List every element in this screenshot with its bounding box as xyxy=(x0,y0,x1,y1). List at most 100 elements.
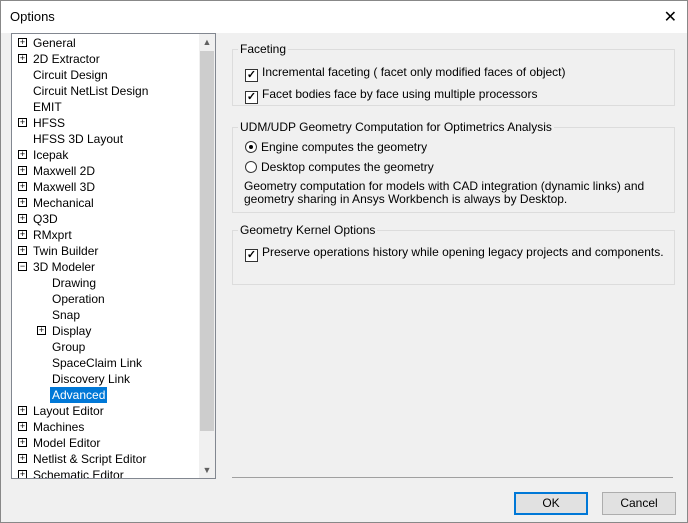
tree-item-label: Snap xyxy=(52,308,81,322)
tree-item[interactable]: Drawing xyxy=(12,275,198,291)
expand-icon[interactable]: + xyxy=(18,246,27,255)
tree-item[interactable]: + Mechanical xyxy=(12,195,198,211)
incremental-faceting-checkbox[interactable]: ✓ Incremental faceting ( facet only modif… xyxy=(245,65,566,82)
expand-icon[interactable]: + xyxy=(18,454,27,463)
tree-item-label: 3D Modeler xyxy=(33,260,96,274)
expand-icon[interactable]: + xyxy=(18,406,27,415)
tree-item-label: Layout Editor xyxy=(33,404,104,418)
tree-item[interactable]: Advanced xyxy=(12,387,198,403)
tree-item[interactable]: +2D Extractor xyxy=(12,51,198,67)
udm-note: Geometry computation for models with CAD… xyxy=(244,179,645,206)
faceting-group: Faceting ✓ Incremental faceting ( facet o… xyxy=(232,42,675,106)
radio-icon xyxy=(245,141,257,153)
tree-item-label: Model Editor xyxy=(33,436,101,450)
tree-item-label: Advanced xyxy=(50,387,108,403)
divider xyxy=(232,477,673,478)
expand-icon[interactable]: + xyxy=(18,470,27,478)
group-title: Geometry Kernel Options xyxy=(238,223,378,237)
tree-item[interactable]: + Machines xyxy=(12,419,198,435)
tree-item-label: Group xyxy=(52,340,86,354)
expand-icon[interactable]: + xyxy=(18,118,27,127)
expand-icon[interactable]: + xyxy=(18,182,27,191)
tree-item-label: Display xyxy=(52,324,92,338)
tree-item[interactable]: Operation xyxy=(12,291,198,307)
tree-item-label: SpaceClaim Link xyxy=(52,356,143,370)
expand-icon[interactable]: + xyxy=(18,422,27,431)
tree-item-label: Drawing xyxy=(52,276,97,290)
expand-icon[interactable]: + xyxy=(18,54,27,63)
window-title: Options xyxy=(10,9,55,24)
cancel-button[interactable]: Cancel xyxy=(602,492,676,515)
expand-icon[interactable]: + xyxy=(18,38,27,47)
tree-item[interactable]: + Display xyxy=(12,323,198,339)
group-title: UDM/UDP Geometry Computation for Optimet… xyxy=(238,120,554,134)
parallel-faceting-checkbox[interactable]: ✓ Facet bodies face by face using multipl… xyxy=(245,87,537,104)
tree-item[interactable]: + Q3D xyxy=(12,211,198,227)
tree-item-label: EMIT xyxy=(33,100,62,114)
tree-item[interactable]: EMIT xyxy=(12,99,198,115)
expand-icon[interactable]: + xyxy=(18,198,27,207)
tree-item-label: Maxwell 3D xyxy=(33,180,96,194)
tree-item-label: Circuit NetList Design xyxy=(33,84,149,98)
tree-item[interactable]: Group xyxy=(12,339,198,355)
tree-item[interactable]: Circuit NetList Design xyxy=(12,83,198,99)
tree-item-label: Operation xyxy=(52,292,105,306)
expand-icon[interactable]: + xyxy=(18,214,27,223)
tree-item[interactable]: + Layout Editor xyxy=(12,403,198,419)
checkbox-icon: ✓ xyxy=(245,91,258,104)
tree-item[interactable]: + Maxwell 3D xyxy=(12,179,198,195)
tree-item-label: HFSS 3D Layout xyxy=(33,132,124,146)
expand-icon[interactable]: + xyxy=(18,230,27,239)
options-tree[interactable]: + Schematic Editor + Netlist & Script Edito… xyxy=(11,33,216,479)
radio-icon xyxy=(245,161,257,173)
scrollbar-thumb[interactable] xyxy=(200,51,214,431)
tree-item-label: 2D Extractor xyxy=(33,52,100,66)
expand-icon[interactable]: + xyxy=(18,150,27,159)
tree-item-label: Q3D xyxy=(33,212,58,226)
collapse-icon[interactable]: − xyxy=(18,262,27,271)
preserve-history-checkbox[interactable]: ✓ Preserve operations history while openi… xyxy=(245,245,664,262)
tree-item[interactable]: + Netlist & Script Editor xyxy=(12,451,198,467)
title-bar: Options ✕ xyxy=(1,1,687,33)
tree-item[interactable]: SpaceClaim Link xyxy=(12,355,198,371)
tree-item-label: Mechanical xyxy=(33,196,94,210)
engine-radio[interactable]: Engine computes the geometry xyxy=(245,140,427,154)
tree-item[interactable]: HFSS 3D Layout xyxy=(12,131,198,147)
scroll-up-icon[interactable]: ▲ xyxy=(199,34,215,50)
tree-item-label: Schematic Editor xyxy=(33,468,124,479)
kernel-group: Geometry Kernel Options ✓ Preserve operat… xyxy=(232,223,675,285)
expand-icon[interactable]: + xyxy=(37,326,46,335)
tree-item[interactable]: Circuit Design xyxy=(12,67,198,83)
tree-item[interactable]: + HFSS xyxy=(12,115,198,131)
ok-button[interactable]: OK xyxy=(514,492,588,515)
tree-item[interactable]: + Twin Builder xyxy=(12,243,198,259)
tree-item-label: RMxprt xyxy=(33,228,72,242)
tree-item-label: HFSS xyxy=(33,116,66,130)
tree-item[interactable]: Discovery Link xyxy=(12,371,198,387)
tree-item-label: Machines xyxy=(33,420,85,434)
tree-item-label: General xyxy=(33,36,76,50)
tree-item-label: Discovery Link xyxy=(52,372,131,386)
desktop-radio[interactable]: Desktop computes the geometry xyxy=(245,160,434,174)
tree-item-label: Maxwell 2D xyxy=(33,164,96,178)
tree-item[interactable]: + General xyxy=(12,35,198,51)
expand-icon[interactable]: + xyxy=(18,166,27,175)
tree-item[interactable]: + Maxwell 2D xyxy=(12,163,198,179)
tree-item-label: Netlist & Script Editor xyxy=(33,452,147,466)
tree-item-label: Circuit Design xyxy=(33,68,108,82)
tree-item[interactable]: −3D Modeler xyxy=(12,259,198,275)
tree-item[interactable]: + Icepak xyxy=(12,147,198,163)
scroll-down-icon[interactable]: ▼ xyxy=(199,462,215,478)
tree-scrollbar[interactable]: ▲ ▼ xyxy=(199,34,215,478)
tree-item[interactable]: + RMxprt xyxy=(12,227,198,243)
checkbox-icon: ✓ xyxy=(245,249,258,262)
close-icon[interactable]: ✕ xyxy=(664,7,677,27)
udm-group: UDM/UDP Geometry Computation for Optimet… xyxy=(232,120,675,213)
expand-icon[interactable]: + xyxy=(18,438,27,447)
group-title: Faceting xyxy=(238,42,289,56)
tree-item[interactable]: Snap xyxy=(12,307,198,323)
tree-item[interactable]: + Schematic Editor xyxy=(12,467,198,479)
tree-item[interactable]: + Model Editor xyxy=(12,435,198,451)
checkbox-icon: ✓ xyxy=(245,69,258,82)
tree-item-label: Icepak xyxy=(33,148,69,162)
